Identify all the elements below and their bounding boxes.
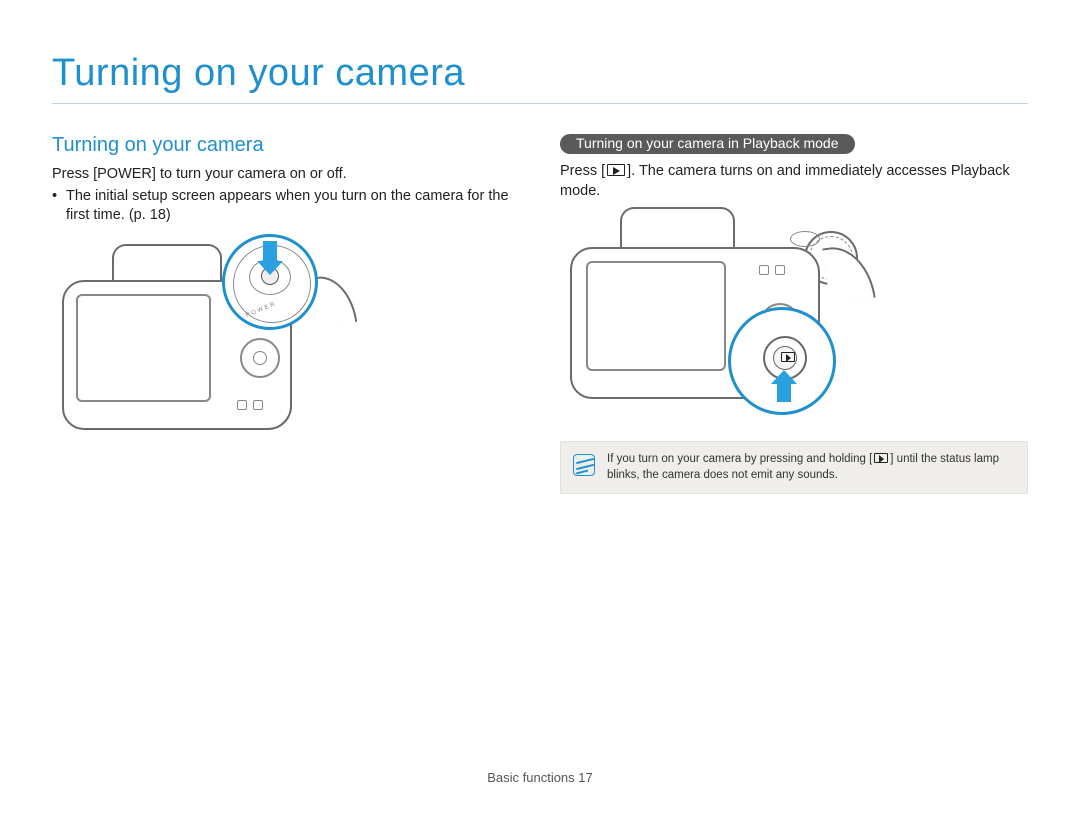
playback-icon xyxy=(874,453,888,463)
left-column: Turning on your camera Press [POWER] to … xyxy=(52,134,520,494)
right-p1-suffix: ]. The camera turns on and immediately a… xyxy=(560,163,1010,199)
right-p1-prefix: Press [ xyxy=(560,163,605,179)
note-text: If you turn on your camera by pressing a… xyxy=(607,452,1015,483)
camera-button-row-bottom xyxy=(236,398,282,416)
two-column-layout: Turning on your camera Press [POWER] to … xyxy=(52,134,1028,494)
right-paragraph-1: Press []. The camera turns on and immedi… xyxy=(560,162,1028,201)
arrow-up-icon xyxy=(777,382,791,402)
section-heading-left: Turning on your camera xyxy=(52,134,520,157)
playback-mode-pill: Turning on your camera in Playback mode xyxy=(560,134,855,154)
left-paragraph-2: The initial setup screen appears when yo… xyxy=(66,187,520,226)
playback-icon xyxy=(781,352,795,362)
footer-section-name: Basic functions xyxy=(487,770,574,785)
camera-small-button xyxy=(759,265,769,275)
camera-small-button xyxy=(775,265,785,275)
camera-small-button xyxy=(237,400,247,410)
right-column: Turning on your camera in Playback mode … xyxy=(560,134,1028,494)
camera-dpad xyxy=(240,338,280,378)
camera2-button-row xyxy=(758,263,804,281)
page-footer: Basic functions 17 xyxy=(0,770,1080,785)
camera-power-illustration: POWER xyxy=(52,240,352,440)
playback-icon xyxy=(607,164,625,176)
footer-page-number: 17 xyxy=(578,770,592,785)
camera-playback-illustration xyxy=(560,207,870,417)
note-box: If you turn on your camera by pressing a… xyxy=(560,441,1028,494)
note-icon xyxy=(573,454,595,476)
power-button-callout: POWER xyxy=(222,234,318,330)
playback-button-callout xyxy=(728,307,836,415)
left-paragraph-1: Press [POWER] to turn your camera on or … xyxy=(52,165,520,185)
note-prefix: If you turn on your camera by pressing a… xyxy=(607,453,872,465)
manual-page: Turning on your camera Turning on your c… xyxy=(0,0,1080,815)
camera-lcd xyxy=(76,294,211,402)
page-title: Turning on your camera xyxy=(52,52,1028,104)
left-bullet-row: • The initial setup screen appears when … xyxy=(52,187,520,226)
camera-dpad-center xyxy=(253,351,267,365)
camera-small-button xyxy=(253,400,263,410)
camera2-lcd xyxy=(586,261,726,371)
arrow-down-icon xyxy=(263,241,277,263)
camera2-grip-arc xyxy=(822,242,875,304)
bullet-dot: • xyxy=(52,187,66,226)
